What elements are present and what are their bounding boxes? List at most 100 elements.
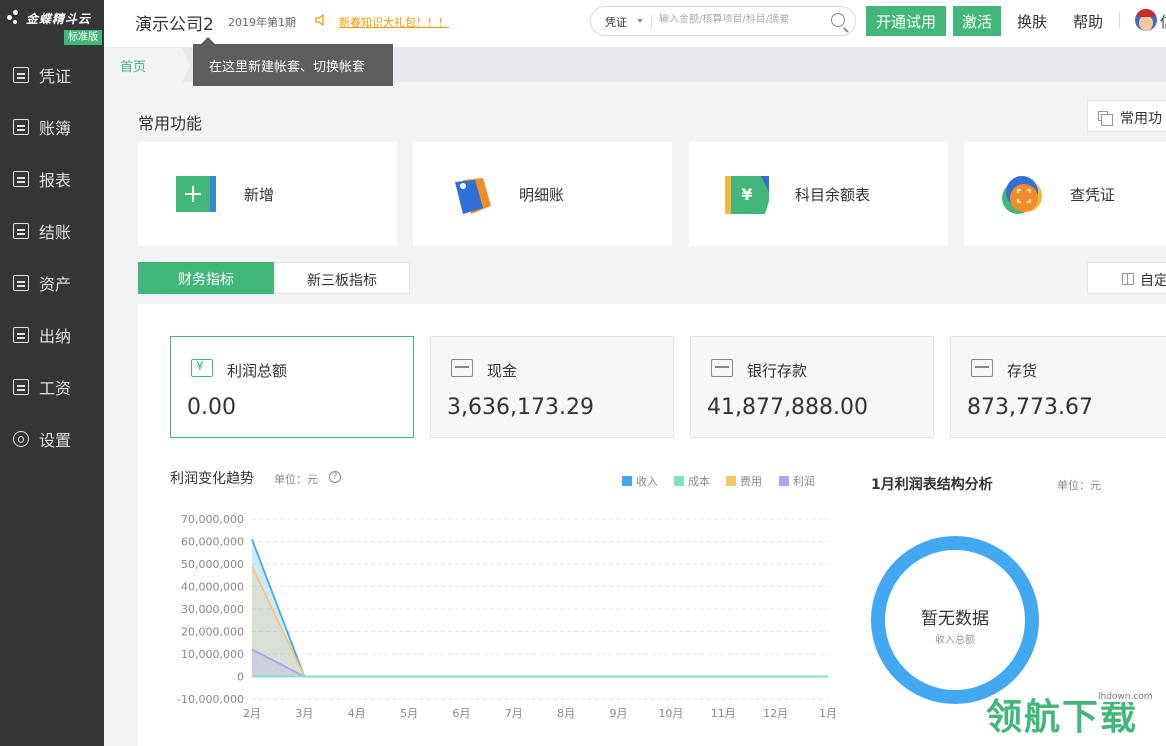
x-tick-label: 11月	[711, 707, 736, 720]
x-tick-label: 7月	[505, 707, 523, 720]
tab-financial-indicators[interactable]: 财务指标	[138, 262, 274, 294]
x-tick-label: 10月	[658, 707, 683, 720]
skin-link[interactable]: 换肤	[1017, 11, 1047, 32]
customize-button[interactable]: 自定	[1087, 262, 1166, 294]
quick-card-label: 科目余额表	[795, 186, 871, 204]
tab-neeq-indicators[interactable]: 新三板指标	[274, 262, 410, 294]
help-icon[interactable]: ?	[329, 471, 341, 483]
series-line	[251, 538, 828, 678]
speaker-icon	[315, 13, 324, 27]
quick-card-label: 新增	[244, 186, 275, 204]
checkbox-icon	[13, 223, 29, 239]
quick-card-label: 查凭证	[1070, 186, 1116, 204]
user-name[interactable]: 信	[1160, 11, 1166, 32]
x-tick-label: 6月	[452, 707, 470, 720]
y-tick-label: 0	[237, 671, 244, 684]
common-settings-button[interactable]: 常用功	[1087, 100, 1166, 132]
sidebar-item-closing[interactable]: 结账	[0, 211, 104, 251]
legend-item-expense[interactable]: 费用	[726, 473, 762, 489]
x-tick-label: 8月	[557, 707, 575, 720]
y-tick-label: 40,000,000	[181, 581, 244, 594]
assets-icon	[13, 275, 29, 291]
sidebar-item-label: 工资	[39, 379, 72, 398]
legend-swatch	[674, 476, 684, 486]
empty-state-text: 暂无数据	[921, 609, 989, 629]
kpi-card-inventory[interactable]: 存货 873,773.67	[950, 336, 1166, 438]
help-link[interactable]: 帮助	[1073, 11, 1103, 32]
search-icon[interactable]	[831, 13, 845, 27]
payroll-icon	[13, 379, 29, 395]
quick-card-add[interactable]: 新增	[138, 142, 397, 246]
x-tick-label: 3月	[295, 707, 313, 720]
legend-item-profit[interactable]: 利润	[779, 473, 815, 489]
sidebar-item-label: 报表	[39, 171, 72, 190]
legend-swatch	[779, 476, 789, 486]
sidebar-item-label: 账簿	[39, 119, 72, 138]
watermark-url: lhdown.com	[1096, 692, 1155, 702]
sidebar-item-label: 结账	[39, 223, 72, 242]
search-type-select[interactable]: 凭证	[605, 14, 627, 30]
x-tick-label: 12月	[763, 707, 788, 720]
sidebar-item-ledger[interactable]: 账簿	[0, 107, 104, 147]
legend-swatch	[726, 476, 736, 486]
y-tick-label: 20,000,000	[181, 626, 244, 639]
x-tick-label: 2月	[243, 707, 261, 720]
search-box: 凭证	[590, 6, 856, 36]
gear-icon	[13, 431, 29, 447]
quick-card-detail-ledger[interactable]: 明细账	[413, 142, 672, 246]
kpi-card-bank-deposit[interactable]: 银行存款 41,877,888.00	[690, 336, 934, 438]
structure-chart-unit: 单位：元	[1057, 479, 1101, 492]
kpi-card-total-profit[interactable]: 利润总额 0.00	[170, 336, 414, 438]
logo[interactable]: 金蝶精斗云 标准版	[0, 0, 104, 48]
trend-chart-title: 利润变化趋势	[170, 471, 254, 487]
cashier-icon	[13, 327, 29, 343]
legend-item-cost[interactable]: 成本	[674, 473, 710, 489]
trial-button[interactable]: 开通试用	[866, 6, 946, 36]
promo-link[interactable]: 新春知识大礼包！！！	[339, 14, 449, 30]
sidebar-item-payroll[interactable]: 工资	[0, 367, 104, 407]
common-settings-label: 常用功	[1120, 111, 1162, 127]
kpi-title: 利润总额	[227, 362, 288, 380]
y-tick-label: 10,000,000	[181, 648, 244, 661]
search-divider	[651, 15, 652, 29]
avatar[interactable]	[1135, 9, 1157, 31]
kpi-title: 银行存款	[747, 362, 808, 380]
scan-icon	[1002, 176, 1042, 214]
y-tick-label: 30,000,000	[181, 603, 244, 616]
kpi-value: 41,877,888.00	[707, 395, 868, 420]
ledger-icon	[13, 119, 29, 135]
company-switcher[interactable]: 演示公司2	[135, 10, 214, 35]
voucher-icon	[13, 67, 29, 83]
activate-button[interactable]: 激活	[953, 6, 1001, 36]
structure-chart-title: 1月利润表结构分析	[871, 477, 993, 493]
y-tick-label: 70,000,000	[181, 513, 244, 526]
sidebar-item-voucher[interactable]: 凭证	[0, 55, 104, 95]
profit-icon	[191, 359, 213, 377]
trend-chart-unit: 单位：元	[274, 473, 318, 486]
sidebar-item-label: 出纳	[39, 327, 72, 346]
quick-card-balance[interactable]: ¥ 科目余额表	[689, 142, 948, 246]
kpi-value: 0.00	[187, 395, 236, 420]
sidebar-item-report[interactable]: 报表	[0, 159, 104, 199]
search-input[interactable]	[659, 14, 821, 25]
sidebar-item-assets[interactable]: 资产	[0, 263, 104, 303]
kpi-title: 现金	[487, 362, 518, 380]
company-tooltip: 在这里新建帐套、切换帐套	[193, 37, 393, 86]
caret-down-icon[interactable]	[637, 19, 643, 23]
legend-item-income[interactable]: 收入	[622, 473, 658, 489]
tab-home[interactable]: 首页	[104, 48, 190, 82]
report-icon	[13, 171, 29, 187]
cash-icon	[451, 359, 473, 377]
logo-text: 金蝶精斗云	[26, 12, 92, 26]
series-area	[252, 539, 828, 677]
tag-icon	[455, 178, 491, 214]
logo-dots-icon	[7, 10, 23, 26]
sidebar-item-settings[interactable]: 设置	[0, 419, 104, 459]
kpi-value: 3,636,173.29	[447, 395, 594, 420]
sidebar-item-label: 资产	[39, 275, 72, 294]
kpi-card-cash[interactable]: 现金 3,636,173.29	[430, 336, 674, 438]
sidebar-item-cashier[interactable]: 出纳	[0, 315, 104, 355]
copy-icon	[1098, 111, 1113, 126]
quick-card-query-voucher[interactable]: 查凭证	[964, 142, 1166, 246]
edition-badge: 标准版	[64, 30, 102, 45]
